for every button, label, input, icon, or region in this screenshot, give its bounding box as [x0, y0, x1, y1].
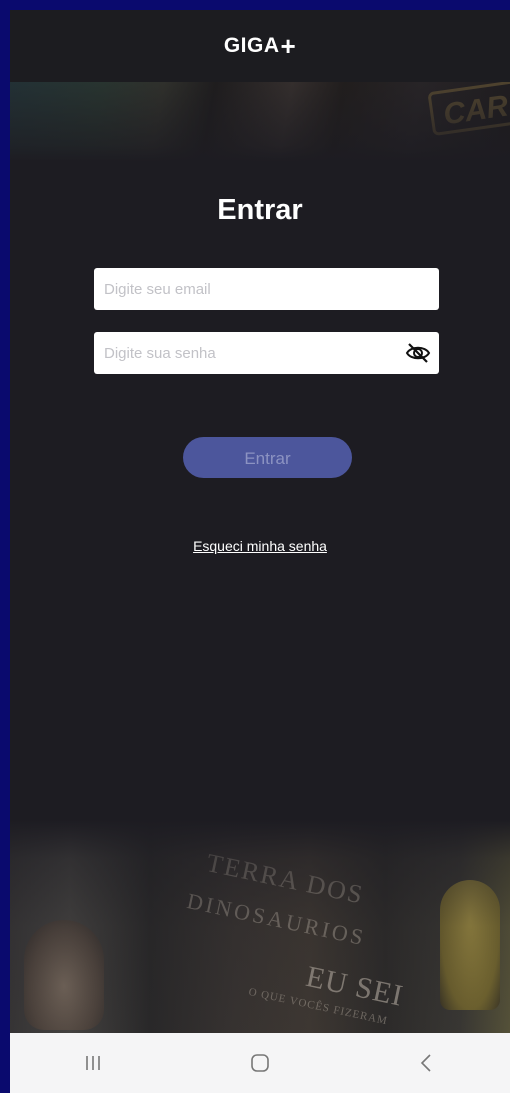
- page-title: Entrar: [217, 194, 303, 226]
- password-field-container: [94, 332, 439, 374]
- email-field-container: [94, 268, 439, 310]
- password-field[interactable]: [94, 332, 439, 374]
- eye-off-icon[interactable]: [405, 341, 431, 365]
- back-icon[interactable]: [397, 1043, 457, 1083]
- forgot-password-link[interactable]: Esqueci minha senha: [10, 538, 510, 554]
- app-screen: GIGA+ CAR Entrar Entrar Esqueci minha se…: [10, 10, 510, 1093]
- home-icon[interactable]: [230, 1043, 290, 1083]
- logo-text: GIGA: [223, 34, 280, 57]
- top-banner-image: CAR: [10, 82, 510, 162]
- top-bar: GIGA +: [10, 10, 510, 82]
- logo-plus: +: [280, 31, 297, 61]
- recents-icon[interactable]: [63, 1043, 123, 1083]
- email-field[interactable]: [94, 268, 439, 310]
- bottom-banner-image: TERRA DOS DINOSAURIOS EU SEI O QUE VOCÊS…: [10, 820, 510, 1033]
- app-logo: GIGA +: [224, 33, 296, 59]
- login-button[interactable]: Entrar: [183, 437, 352, 478]
- system-nav-bar: [10, 1033, 510, 1093]
